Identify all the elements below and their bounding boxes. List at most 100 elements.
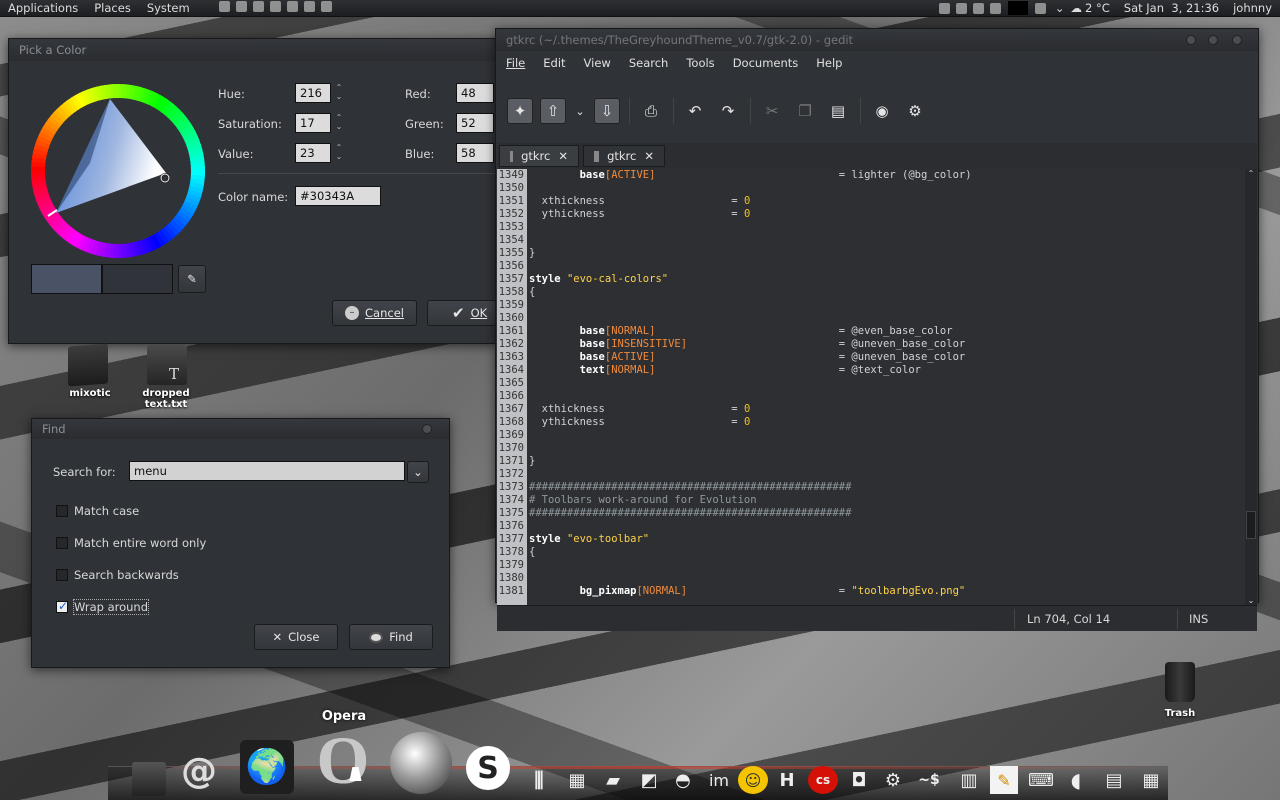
cut-icon[interactable]: ✂ bbox=[759, 98, 785, 124]
search-input[interactable]: menu bbox=[129, 461, 405, 481]
code-line[interactable]: ########################################… bbox=[529, 481, 1245, 494]
menu-edit[interactable]: Edit bbox=[534, 56, 574, 70]
code-line[interactable] bbox=[529, 390, 1245, 403]
replace-icon[interactable]: ⚙ bbox=[902, 98, 928, 124]
code-line[interactable]: { bbox=[529, 286, 1245, 299]
clock[interactable]: Sat Jan 3, 21:36 bbox=[1124, 1, 1219, 15]
network-icon[interactable] bbox=[938, 2, 950, 14]
dock-opera-icon[interactable]: O bbox=[312, 722, 374, 798]
dock-gimp-icon[interactable]: ◓ bbox=[668, 766, 698, 794]
code-line[interactable]: text[NORMAL] = @text_color bbox=[529, 364, 1245, 377]
code-line[interactable]: base[ACTIVE] = lighter (@bg_color) bbox=[529, 169, 1245, 182]
zoom-icon[interactable] bbox=[303, 1, 315, 12]
color-wheel[interactable] bbox=[30, 83, 206, 259]
code-line[interactable]: ythickness = 0 bbox=[529, 416, 1245, 429]
code-line[interactable]: style "evo-toolbar" bbox=[529, 533, 1245, 546]
dock-notes-icon[interactable]: ▰ bbox=[598, 766, 628, 794]
green-field[interactable]: 52 bbox=[456, 113, 494, 133]
history-dropdown-button[interactable]: ⌄ bbox=[407, 461, 429, 483]
terminal-icon[interactable] bbox=[235, 1, 247, 12]
close-icon[interactable] bbox=[422, 424, 432, 434]
menu-file[interactable]: File bbox=[497, 56, 534, 70]
code-text[interactable]: base[ACTIVE] = lighter (@bg_color) xthic… bbox=[529, 169, 1245, 598]
weather-temp[interactable]: 2 °C bbox=[1085, 1, 1110, 15]
broom-icon[interactable] bbox=[320, 1, 332, 12]
find-icon[interactable]: ◉ bbox=[869, 98, 895, 124]
back-icon[interactable] bbox=[269, 1, 281, 12]
match-case-label[interactable]: Match case bbox=[74, 504, 139, 518]
code-editor[interactable]: 1349 1350 1351 1352 1353 1354 1355 1356 1357 1358… bbox=[497, 169, 1245, 605]
code-line[interactable]: { bbox=[529, 546, 1245, 559]
volume-icon[interactable] bbox=[1034, 2, 1046, 14]
pencil-icon[interactable] bbox=[252, 1, 264, 12]
code-line[interactable]: xthickness = 0 bbox=[529, 403, 1245, 416]
code-line[interactable]: ########################################… bbox=[529, 507, 1245, 520]
desktop-icon-dropped-text[interactable]: T bbox=[147, 345, 187, 385]
code-line[interactable] bbox=[529, 442, 1245, 455]
dock-terminal-icon[interactable]: ~$ bbox=[914, 766, 944, 794]
match-case-checkbox[interactable] bbox=[56, 505, 68, 517]
wrap-around-checkbox[interactable] bbox=[56, 599, 68, 613]
code-line[interactable]: } bbox=[529, 455, 1245, 468]
minimize-icon[interactable] bbox=[1186, 35, 1196, 45]
dock-skype-icon[interactable]: S bbox=[466, 746, 510, 790]
previous-color-swatch[interactable] bbox=[102, 264, 173, 294]
menu-documents[interactable]: Documents bbox=[724, 56, 808, 70]
code-line[interactable] bbox=[529, 260, 1245, 273]
dock-google-earth-icon[interactable] bbox=[390, 732, 452, 794]
code-line[interactable]: ythickness = 0 bbox=[529, 208, 1245, 221]
search-backwards-label[interactable]: Search backwards bbox=[74, 568, 179, 582]
gedit-titlebar[interactable]: gtkrc (~/.themes/TheGreyhoundTheme_v0.7/… bbox=[496, 29, 1258, 51]
applications-menu[interactable]: Applications bbox=[0, 1, 86, 15]
tab-close-icon[interactable]: ✕ bbox=[558, 149, 568, 163]
dock-editor-icon[interactable]: ✎ bbox=[990, 766, 1018, 794]
code-line[interactable]: # Toolbars work-around for Evolution bbox=[529, 494, 1245, 507]
battery-icon[interactable] bbox=[972, 2, 984, 14]
scroll-up-icon[interactable]: ⌃ bbox=[1245, 169, 1257, 178]
eyedropper-button[interactable]: ✎ bbox=[178, 265, 206, 293]
copy-icon[interactable]: ❐ bbox=[792, 98, 818, 124]
code-line[interactable] bbox=[529, 299, 1245, 312]
tab-gtkrc-1[interactable]: gtkrc ✕ bbox=[499, 145, 579, 167]
search-backwards-checkbox[interactable] bbox=[56, 569, 68, 581]
color-dialog-titlebar[interactable]: Pick a Color bbox=[9, 39, 497, 61]
tab-close-icon[interactable]: ✕ bbox=[644, 149, 654, 163]
code-line[interactable] bbox=[529, 312, 1245, 325]
close-icon[interactable] bbox=[1232, 35, 1242, 45]
monitor-applet[interactable] bbox=[1007, 1, 1028, 15]
code-line[interactable] bbox=[529, 221, 1245, 234]
undo-icon[interactable]: ↶ bbox=[682, 98, 708, 124]
color-name-field[interactable]: #30343A bbox=[295, 186, 381, 206]
dock-globe-icon[interactable]: 🌍 bbox=[240, 740, 294, 794]
menu-help[interactable]: Help bbox=[807, 56, 851, 70]
dock-keyboard-icon[interactable]: ⌨ bbox=[1026, 766, 1056, 794]
menu-tools[interactable]: Tools bbox=[677, 56, 723, 70]
dock-calculator-icon[interactable]: ▦ bbox=[562, 766, 592, 794]
find-dialog-titlebar[interactable]: Find bbox=[32, 419, 449, 439]
dock-box-icon[interactable] bbox=[132, 762, 166, 796]
search-icon[interactable] bbox=[286, 1, 298, 12]
code-line[interactable]: style "evo-cal-colors" bbox=[529, 273, 1245, 286]
code-line[interactable] bbox=[529, 468, 1245, 481]
dock-monitor-icon[interactable]: ▥ bbox=[954, 766, 984, 794]
cancel-button[interactable]: – Cancel bbox=[332, 300, 417, 326]
menu-search[interactable]: Search bbox=[620, 56, 678, 70]
open-icon[interactable]: ⇧ bbox=[540, 98, 566, 124]
maximize-icon[interactable] bbox=[1208, 35, 1218, 45]
dock-pidgin-icon[interactable]: ☺ bbox=[738, 766, 768, 794]
dock-windows-icon[interactable]: ▤ bbox=[1098, 766, 1130, 794]
close-button[interactable]: ✕ Close bbox=[254, 624, 338, 650]
scroll-down-icon[interactable]: ⌄ bbox=[1245, 596, 1257, 605]
match-word-checkbox[interactable] bbox=[56, 537, 68, 549]
dock-gears-icon[interactable]: ⚙ bbox=[878, 766, 908, 794]
bluetooth-icon[interactable] bbox=[218, 1, 230, 12]
dock-hh-icon[interactable]: H bbox=[772, 766, 802, 794]
vertical-scrollbar[interactable]: ⌃ ⌄ bbox=[1245, 169, 1257, 605]
paste-icon[interactable]: ▤ bbox=[825, 98, 851, 124]
trash-icon[interactable] bbox=[1165, 662, 1195, 702]
dock-scanner-icon[interactable]: ◩ bbox=[634, 766, 664, 794]
dock-library-icon[interactable]: ⫼ bbox=[524, 766, 554, 794]
clipboard-icon[interactable] bbox=[955, 2, 967, 14]
redo-icon[interactable]: ↷ bbox=[715, 98, 741, 124]
code-line[interactable]: base[NORMAL] = @even_base_color bbox=[529, 325, 1245, 338]
